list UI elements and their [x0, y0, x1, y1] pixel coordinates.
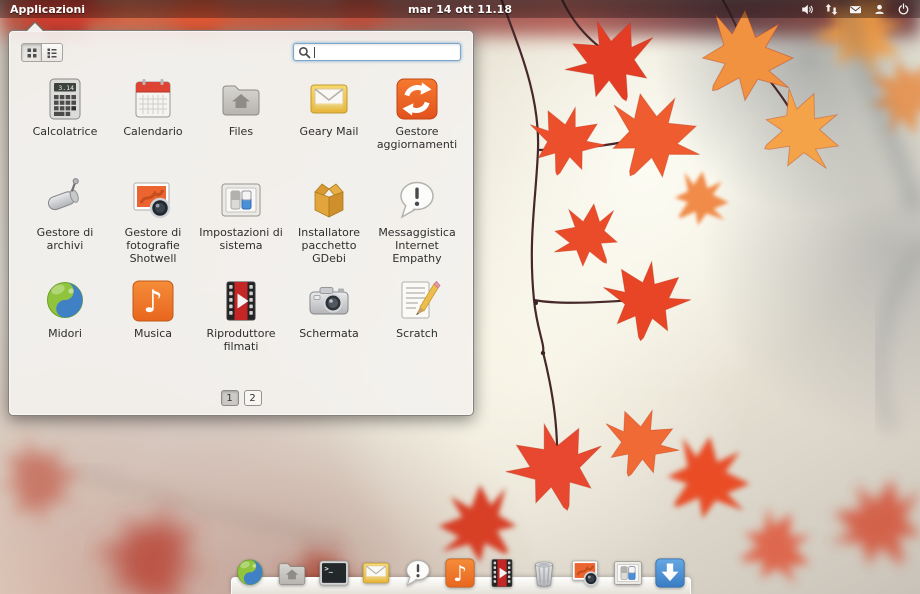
text-editor-icon: [393, 277, 441, 325]
grid-view-button[interactable]: [21, 43, 42, 62]
mail-indicator-icon[interactable]: [849, 3, 862, 16]
dock-system-settings-icon[interactable]: [611, 556, 645, 590]
app-label: Gestore aggiornamenti: [374, 126, 460, 152]
clock-indicator[interactable]: mar 14 ott 11.18: [408, 3, 512, 16]
app-launcher-popover: Calcolatrice Calendario Files Geary Mail…: [8, 30, 474, 416]
app-files[interactable]: Files: [197, 75, 285, 176]
network-sync-icon[interactable]: [825, 3, 838, 16]
chat-icon: [393, 176, 441, 224]
photos-icon: [129, 176, 177, 224]
app-midori[interactable]: Midori: [21, 277, 109, 378]
category-view-button[interactable]: [42, 43, 63, 62]
settings-icon: [217, 176, 265, 224]
dock-files-icon[interactable]: [275, 556, 309, 590]
top-panel: Applicazioni mar 14 ott 11.18: [0, 0, 920, 18]
indicator-area: [801, 3, 920, 16]
dock: [233, 556, 687, 590]
package-icon: [305, 176, 353, 224]
app-schermata[interactable]: Schermata: [285, 277, 373, 378]
page-1-button[interactable]: 1: [221, 390, 239, 406]
app-label: Schermata: [299, 328, 359, 341]
app-calendario[interactable]: Calendario: [109, 75, 197, 176]
app-label: Impostazioni di sistema: [198, 227, 284, 253]
app-label: Gestore di archivi: [22, 227, 108, 253]
app-geary-mail[interactable]: Geary Mail: [285, 75, 373, 176]
calendar-icon: [129, 75, 177, 123]
app-empathy[interactable]: Messaggistica Internet Empathy: [373, 176, 461, 277]
mail-icon: [305, 75, 353, 123]
app-label: Riproduttore filmati: [198, 328, 284, 354]
page-2-button[interactable]: 2: [244, 390, 262, 406]
music-icon: [129, 277, 177, 325]
app-label: Calcolatrice: [33, 126, 98, 139]
dock-videos-icon[interactable]: [485, 556, 519, 590]
page-switcher: 1 2: [9, 390, 473, 406]
applications-menu-label: Applicazioni: [10, 3, 85, 16]
screenshot-camera-icon: [305, 277, 353, 325]
applications-menu-button[interactable]: Applicazioni: [0, 0, 95, 18]
text-caret: [314, 47, 315, 58]
search-box: [293, 43, 461, 61]
dock-shotwell-photos-icon[interactable]: [569, 556, 603, 590]
category-view-icon: [46, 47, 58, 59]
app-label: Installatore pacchetto GDebi: [286, 227, 372, 266]
app-label: Files: [229, 126, 253, 139]
dock-trash-icon[interactable]: [527, 556, 561, 590]
app-label: Gestore di fotografie Shotwell: [110, 227, 196, 266]
app-gestore-aggiornamenti[interactable]: Gestore aggiornamenti: [373, 75, 461, 176]
search-input[interactable]: [318, 44, 456, 60]
view-toggle: [21, 43, 63, 62]
app-impostazioni-sistema[interactable]: Impostazioni di sistema: [197, 176, 285, 277]
app-label: Messaggistica Internet Empathy: [374, 227, 460, 266]
dock-midori-browser-icon[interactable]: [233, 556, 267, 590]
app-gestore-archivi[interactable]: Gestore di archivi: [21, 176, 109, 277]
app-label: Calendario: [123, 126, 182, 139]
dock-downloads-icon[interactable]: [653, 556, 687, 590]
desktop: Applicazioni mar 14 ott 11.18: [0, 0, 920, 594]
app-riproduttore-filmati[interactable]: Riproduttore filmati: [197, 277, 285, 378]
updates-icon: [393, 75, 441, 123]
dock-music-icon[interactable]: [443, 556, 477, 590]
dock-terminal-icon[interactable]: [317, 556, 351, 590]
app-label: Musica: [134, 328, 172, 341]
app-gdebi[interactable]: Installatore pacchetto GDebi: [285, 176, 373, 277]
dock-geary-mail-icon[interactable]: [359, 556, 393, 590]
app-label: Midori: [48, 328, 82, 341]
app-shotwell[interactable]: Gestore di fotografie Shotwell: [109, 176, 197, 277]
grid-view-icon: [26, 47, 38, 59]
user-accounts-icon[interactable]: [873, 3, 886, 16]
app-label: Scratch: [396, 328, 438, 341]
app-calcolatrice[interactable]: Calcolatrice: [21, 75, 109, 176]
folder-icon: [217, 75, 265, 123]
app-grid: Calcolatrice Calendario Files Geary Mail…: [21, 75, 461, 378]
dock-empathy-chat-icon[interactable]: [401, 556, 435, 590]
app-musica[interactable]: Musica: [109, 277, 197, 378]
app-label: Geary Mail: [300, 126, 359, 139]
web-browser-icon: [41, 277, 89, 325]
clock-label: mar 14 ott 11.18: [408, 3, 512, 16]
search-icon: [298, 46, 311, 59]
archive-icon: [41, 176, 89, 224]
video-player-icon: [217, 277, 265, 325]
volume-icon[interactable]: [801, 3, 814, 16]
app-scratch[interactable]: Scratch: [373, 277, 461, 378]
calculator-icon: [41, 75, 89, 123]
power-icon[interactable]: [897, 3, 910, 16]
